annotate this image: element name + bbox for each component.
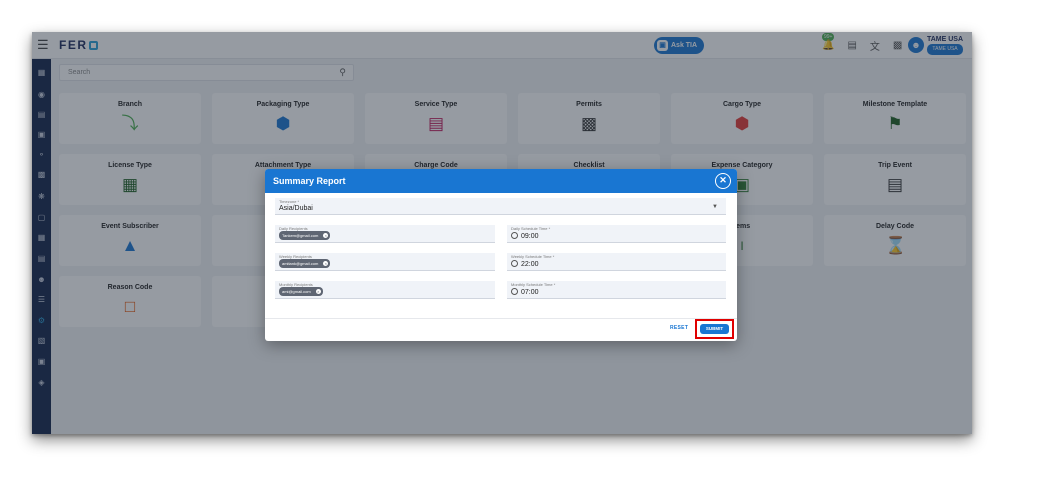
dialog-header: Summary Report ✕: [265, 169, 737, 193]
dialog-divider: [265, 318, 737, 319]
daily-schedule-time-field[interactable]: Daily Schedule Time * 09:00: [507, 225, 726, 243]
daily-recipients-field[interactable]: Daily Recipients Tankem@gmail.com ×: [275, 225, 495, 243]
reset-button[interactable]: RESET: [670, 325, 688, 331]
weekly-schedule-time-field[interactable]: Weekly Schedule Time * 22:00: [507, 253, 726, 271]
timezone-select[interactable]: Timezone * Asia/Dubai ▼: [275, 198, 726, 215]
recipient-chip: amitank@gmail.com ×: [279, 259, 331, 268]
clock-icon: [511, 288, 518, 295]
recipient-chip: Tankem@gmail.com ×: [279, 231, 331, 240]
submit-highlight: SUBMIT: [695, 319, 734, 339]
weekly-recipients-field[interactable]: Weekly Recipients amitank@gmail.com ×: [275, 253, 495, 271]
clock-icon: [511, 260, 518, 267]
chevron-down-icon: ▼: [712, 204, 718, 210]
app-window: ☰ FER ▣ Ask TIA 99+ 🔔 ▤ 文 ▩ ☻ TAME USA T…: [32, 32, 972, 434]
close-icon[interactable]: ✕: [715, 173, 731, 189]
monthly-recipients-field[interactable]: Monthly Recipients ami@gmail.com ×: [275, 281, 495, 299]
chip-remove-icon[interactable]: ×: [315, 289, 321, 294]
chip-remove-icon[interactable]: ×: [323, 261, 329, 266]
dialog-title: Summary Report: [273, 176, 346, 186]
submit-button[interactable]: SUBMIT: [700, 324, 729, 334]
monthly-schedule-time-field[interactable]: Monthly Schedule Time * 07:00: [507, 281, 726, 299]
summary-report-dialog: Summary Report ✕ Timezone * Asia/Dubai ▼…: [265, 169, 737, 341]
chip-remove-icon[interactable]: ×: [323, 233, 329, 238]
recipient-chip: ami@gmail.com ×: [279, 287, 323, 296]
clock-icon: [511, 232, 518, 239]
